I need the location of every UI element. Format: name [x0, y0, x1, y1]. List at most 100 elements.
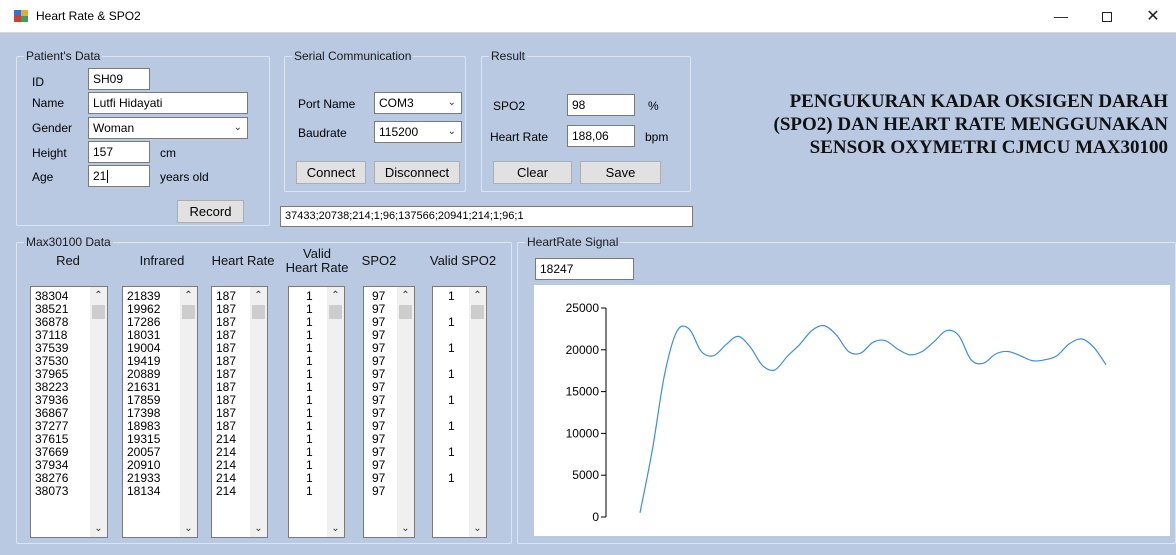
list-item[interactable]: 1	[448, 472, 455, 485]
scroll-thumb[interactable]	[252, 305, 265, 319]
connect-button[interactable]: Connect	[296, 161, 366, 184]
port-name-label: Port Name	[298, 97, 356, 111]
heart-rate-listbox[interactable]: 187 187 187 187 187 187 187 187 187 187 187 214 214 2…	[211, 286, 268, 538]
max30100-data-legend: Max30100 Data	[24, 235, 113, 249]
heart-rate-signal-legend: HeartRate Signal	[525, 235, 621, 249]
page-headline: PENGUKURAN KADAR OKSIGEN DARAH (SPO2) DA…	[773, 91, 1168, 158]
raw-data-field[interactable]: 37433;20738;214;1;96;137566;20941;214;1;…	[280, 206, 693, 227]
chevron-up-icon[interactable]: ⌃	[90, 287, 107, 304]
valid-heart-rate-list-items: 1111111111111111	[306, 290, 313, 498]
chevron-down-icon: ⌄	[233, 122, 242, 133]
age-label: Age	[32, 170, 54, 184]
infrared-column-header: Infrared	[139, 253, 185, 268]
valid-heart-rate-header-line1: Valid	[303, 246, 331, 261]
infrared-scrollbar[interactable]: ⌃ ⌄	[180, 287, 197, 537]
heart-rate-list-items: 187 187 187 187 187 187 187 187 187 187 187 214 214 2…	[216, 290, 236, 498]
valid-heart-rate-listbox[interactable]: 1111111111111111 ⌃ ⌄	[288, 286, 345, 538]
chevron-down-icon[interactable]: ⌄	[90, 520, 107, 537]
clear-button[interactable]: Clear	[493, 161, 572, 184]
spo2-listbox[interactable]: 97 97 97 97 97 97 97 97 97 97 97 97 97 97 97 97 ⌃ ⌄	[363, 286, 415, 538]
baudrate-select[interactable]: 115200 ⌄	[374, 121, 462, 143]
title-bar: Heart Rate & SPO2 — ✕	[0, 0, 1176, 33]
scroll-thumb[interactable]	[471, 305, 484, 319]
chevron-down-icon[interactable]: ⌄	[250, 520, 267, 537]
list-item[interactable]: 1	[448, 290, 455, 303]
heart-rate-signal-chart: 25000 20000 15000 10000 5000 0	[534, 285, 1170, 536]
save-button[interactable]: Save	[580, 161, 661, 184]
spo2-unit: %	[648, 99, 659, 113]
gender-select[interactable]: Woman ⌄	[88, 117, 248, 139]
chevron-up-icon[interactable]: ⌃	[327, 287, 344, 304]
patient-data-legend: Patient's Data	[24, 49, 103, 63]
list-item[interactable]: 1	[448, 446, 455, 459]
heart-rate-column-header: Heart Rate	[211, 253, 275, 268]
result-legend: Result	[489, 49, 528, 63]
heart-rate-signal-svg: 25000 20000 15000 10000 5000 0	[566, 301, 1107, 524]
port-name-select[interactable]: COM3 ⌄	[374, 92, 462, 114]
valid-heart-rate-header-line2: Heart Rate	[285, 260, 349, 275]
red-scrollbar[interactable]: ⌃ ⌄	[90, 287, 107, 537]
baudrate-label: Baudrate	[298, 126, 347, 140]
scroll-thumb[interactable]	[182, 305, 195, 319]
record-button[interactable]: Record	[177, 200, 244, 223]
valid-spo2-list-items: 1 1 1 1 1 1 1 1	[448, 290, 455, 498]
chevron-down-icon[interactable]: ⌄	[180, 520, 197, 537]
chevron-up-icon[interactable]: ⌃	[397, 287, 414, 304]
signal-value-field[interactable]: 18247	[535, 258, 634, 280]
chevron-down-icon[interactable]: ⌄	[397, 520, 414, 537]
list-item[interactable]: 1	[448, 394, 455, 407]
gender-label: Gender	[32, 121, 73, 135]
valid-spo2-scrollbar[interactable]: ⌃ ⌄	[469, 287, 486, 537]
heart-rate-scrollbar[interactable]: ⌃ ⌄	[250, 287, 267, 537]
spo2-column-header: SPO2	[361, 253, 397, 268]
y-tick-label: 5000	[572, 468, 599, 482]
valid-spo2-listbox[interactable]: 11111111 ⌃ ⌄	[432, 286, 487, 538]
heart-rate-signal-line	[639, 324, 1107, 513]
spo2-list-items: 97 97 97 97 97 97 97 97 97 97 97 97 97 97 97 97	[372, 290, 385, 498]
serial-communication-legend: Serial Communication	[292, 49, 414, 63]
list-item[interactable]	[448, 485, 455, 498]
scroll-thumb[interactable]	[329, 305, 342, 319]
spo2-scrollbar[interactable]: ⌃ ⌄	[397, 287, 414, 537]
list-item[interactable]: 1	[448, 368, 455, 381]
list-item[interactable]: 1	[306, 485, 313, 498]
scroll-thumb[interactable]	[399, 305, 412, 319]
list-item[interactable]: 97	[372, 485, 385, 498]
list-item[interactable]: 18134	[127, 485, 160, 498]
chevron-up-icon[interactable]: ⌃	[250, 287, 267, 304]
age-value: 21	[93, 169, 107, 183]
chevron-up-icon[interactable]: ⌃	[469, 287, 486, 304]
chevron-down-icon[interactable]: ⌄	[469, 520, 486, 537]
list-item[interactable]: 38073	[35, 485, 68, 498]
red-listbox[interactable]: 38304 38521 36878 37118 37539 37530 37965 38223…	[30, 286, 108, 538]
chevron-down-icon: ⌄	[447, 97, 456, 108]
list-item[interactable]: 1	[448, 342, 455, 355]
disconnect-button[interactable]: Disconnect	[374, 161, 460, 184]
y-tick-label: 0	[592, 510, 599, 524]
scroll-thumb[interactable]	[92, 305, 105, 319]
list-item[interactable]: 1	[448, 316, 455, 329]
chevron-down-icon[interactable]: ⌄	[327, 520, 344, 537]
minimize-icon[interactable]: —	[1038, 0, 1084, 33]
valid-heart-rate-scrollbar[interactable]: ⌃ ⌄	[327, 287, 344, 537]
heart-rate-unit: bpm	[645, 130, 669, 144]
list-item[interactable]: 1	[448, 420, 455, 433]
chevron-down-icon: ⌄	[447, 126, 456, 137]
height-field[interactable]: 157	[88, 141, 150, 163]
name-field[interactable]: Lutfi Hidayati	[88, 92, 248, 114]
y-tick-label: 15000	[566, 385, 600, 399]
heart-rate-result-field[interactable]: 188,06	[567, 125, 635, 147]
port-name-value: COM3	[379, 96, 414, 110]
y-tick-label: 25000	[566, 301, 600, 315]
infrared-list-items: 21839 19962 17286 18031 19004 19419 20889 21631…	[127, 290, 160, 498]
spo2-result-field[interactable]: 98	[567, 94, 635, 116]
list-item[interactable]: 214	[216, 485, 236, 498]
height-label: Height	[32, 146, 67, 160]
age-field[interactable]: 21	[88, 165, 150, 187]
infrared-listbox[interactable]: 21839 19962 17286 18031 19004 19419 20889 21631…	[122, 286, 198, 538]
id-field[interactable]: SH09	[88, 68, 150, 90]
maximize-icon[interactable]	[1084, 0, 1130, 33]
chevron-up-icon[interactable]: ⌃	[180, 287, 197, 304]
age-unit: years old	[160, 170, 209, 184]
close-icon[interactable]: ✕	[1130, 0, 1176, 33]
